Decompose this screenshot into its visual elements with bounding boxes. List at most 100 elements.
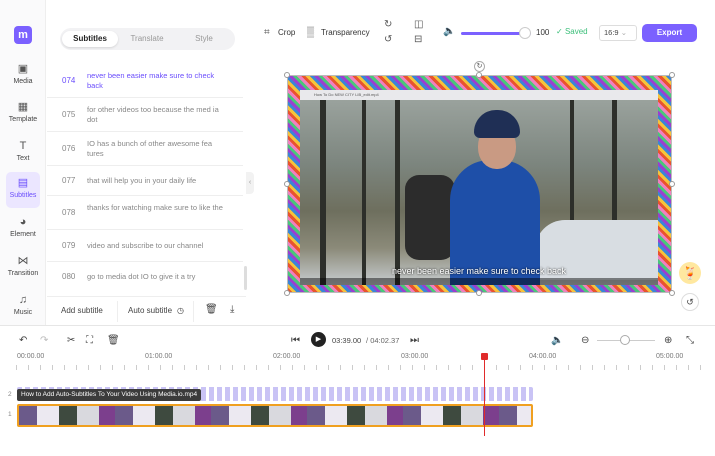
layer-down-icon[interactable]: ⊟ (414, 34, 422, 45)
resize-handle[interactable] (284, 181, 290, 187)
download-icon[interactable]: ⤓ (230, 304, 234, 315)
playhead-handle[interactable] (481, 353, 488, 360)
subtitle-number: 077 (62, 176, 76, 185)
person-hat (474, 110, 520, 138)
divider (193, 301, 194, 322)
nav-element[interactable]: ◕ Element (6, 211, 40, 247)
ruler-label: 03:00.00 (401, 353, 429, 360)
tree (320, 100, 326, 285)
subtitle-row[interactable]: 078 thanks for watching make sure to lik… (47, 196, 243, 230)
clip-tooltip: How to Add Auto-Subtitles To Your Video … (17, 389, 202, 401)
split-icon[interactable]: ✂ (67, 335, 75, 346)
ruler-label: 05:00.00 (656, 353, 684, 360)
skip-forward-icon[interactable]: ⏭ (410, 335, 419, 346)
subtitle-text[interactable]: thanks for watching make sure to like th… (87, 203, 227, 213)
collapse-panel-handle[interactable]: ‹ (246, 172, 254, 194)
nav-transition[interactable]: ⋈ Transition (6, 250, 40, 286)
audio-icon[interactable]: 🔈 (551, 335, 563, 346)
video-track-clip[interactable] (17, 404, 533, 427)
resize-handle[interactable] (476, 290, 482, 296)
redo-icon[interactable]: ↷ (40, 335, 48, 346)
rotate-handle-icon[interactable]: ↻ (474, 61, 485, 72)
subtitle-number: 078 (62, 208, 76, 217)
clock-icon[interactable]: ◷ (177, 306, 184, 315)
subtitle-row[interactable]: 075 for other videos too because the med… (47, 98, 243, 132)
chevron-down-icon: ⌄ (620, 28, 627, 37)
nav-template-label: Template (8, 116, 38, 123)
help-icon[interactable]: ↺ (681, 293, 699, 311)
resize-handle[interactable] (284, 290, 290, 296)
text-icon: T (19, 140, 27, 152)
image-edit-icon[interactable]: ⛶ (86, 335, 93, 346)
subtitle-number: 076 (62, 144, 76, 153)
zoom-out-icon[interactable]: ⊖ (581, 335, 589, 346)
undo-icon[interactable]: ↶ (19, 335, 27, 346)
transparency-button[interactable]: Transparency (321, 28, 370, 37)
subtitle-row[interactable]: 074 never been easier make sure to check… (47, 64, 243, 98)
subtitle-row[interactable]: 079 video and subscribe to our channel (47, 230, 243, 262)
layer-up-icon[interactable]: ◫ (414, 19, 423, 30)
subtitle-text[interactable]: for other videos too because the med ia … (87, 105, 227, 125)
nav-subtitles[interactable]: ▤ Subtitles (6, 172, 40, 208)
subtitle-row[interactable]: 080 go to media dot IO to give it a try (47, 262, 243, 292)
zoom-in-icon[interactable]: ⊕ (664, 335, 672, 346)
volume-icon[interactable]: 🔈 (443, 26, 455, 37)
add-subtitle-button[interactable]: Add subtitle (61, 306, 103, 315)
tab-style[interactable]: Style (176, 31, 232, 47)
play-button[interactable]: ▶ (311, 332, 326, 347)
subtitle-text[interactable]: video and subscribe to our channel (87, 241, 227, 251)
subtitle-scrollbar[interactable] (244, 266, 247, 290)
nav-media[interactable]: ▣ Media (6, 58, 40, 94)
crop-button[interactable]: Crop (278, 28, 295, 37)
check-circle-icon: ✓ (556, 27, 565, 36)
delete-icon[interactable]: 🗑 (205, 304, 218, 315)
timeline-controls: ↶ ↷ ✂ ⛶ 🗑 ⏮ ▶ 03:39.00 / 04:02.37 ⏭ 🔈 ⊖ … (0, 325, 715, 353)
subtitle-row[interactable]: 076 IO has a bunch of other awesome fea … (47, 132, 243, 166)
subtitles-icon: ▤ (17, 177, 29, 189)
subtitle-text[interactable]: IO has a bunch of other awesome fea ture… (87, 139, 227, 159)
tab-translate[interactable]: Translate (119, 31, 175, 47)
nav-transition-label: Transition (7, 270, 39, 277)
timeline-ruler[interactable]: 00:00.00 01:00.00 02:00.00 03:00.00 04:0… (0, 353, 715, 371)
export-button[interactable]: Export (642, 24, 697, 42)
nav-music-label: Music (13, 309, 33, 316)
resize-handle[interactable] (669, 181, 675, 187)
transparency-icon[interactable]: ▒ (307, 27, 314, 38)
tab-subtitles[interactable]: Subtitles (62, 31, 118, 47)
video-browser-bar: How To Do NEW CITY LIB_edit.mp4 (300, 90, 658, 100)
element-icon: ◕ (19, 216, 27, 228)
zoom-slider-handle[interactable] (620, 335, 630, 345)
volume-slider-handle[interactable] (519, 27, 531, 39)
app-logo[interactable]: m (14, 26, 32, 44)
playhead-line[interactable] (484, 354, 485, 436)
nav-text[interactable]: T Text (6, 135, 40, 171)
video-preview[interactable]: How To Do NEW CITY LIB_edit.mp4 never be… (300, 90, 658, 285)
ruler-label: 00:00.00 (17, 353, 45, 360)
subtitle-row[interactable]: 077 that will help you in your daily lif… (47, 166, 243, 196)
nav-music[interactable]: ♫ Music (6, 289, 40, 325)
subtitle-number: 075 (62, 110, 76, 119)
subtitle-text[interactable]: that will help you in your daily life (87, 176, 227, 186)
subtitle-number: 080 (62, 272, 76, 281)
subtitle-text[interactable]: never been easier make sure to check bac… (87, 71, 227, 91)
delete-clip-icon[interactable]: 🗑 (107, 335, 120, 346)
music-icon: ♫ (18, 294, 28, 306)
auto-subtitle-button[interactable]: Auto subtitle (128, 306, 172, 315)
resize-handle[interactable] (669, 290, 675, 296)
resize-handle[interactable] (284, 72, 290, 78)
subtitle-text[interactable]: go to media dot IO to give it a try (87, 272, 227, 282)
top-toolbar: ⌗ Crop ▒ Transparency ↻ ↺ ◫ ⊟ 🔈 100 ✓ Sa… (254, 18, 715, 48)
subtitle-number: 074 (62, 76, 76, 85)
total-time: / 04:02.37 (366, 336, 399, 345)
fit-timeline-icon[interactable]: ⤡ (686, 335, 694, 346)
emoji-sticker-icon[interactable]: 🍹 (679, 262, 701, 284)
backpack (405, 175, 455, 260)
resize-handle[interactable] (476, 72, 482, 78)
flip-vertical-icon[interactable]: ↺ (384, 34, 392, 45)
crop-icon[interactable]: ⌗ (264, 27, 270, 38)
flip-horizontal-icon[interactable]: ↻ (384, 19, 392, 30)
skip-back-icon[interactable]: ⏮ (291, 335, 300, 346)
nav-template[interactable]: ▦ Template (6, 96, 40, 132)
resize-handle[interactable] (669, 72, 675, 78)
aspect-ratio-select[interactable]: 16:9 ⌄ (599, 25, 637, 41)
